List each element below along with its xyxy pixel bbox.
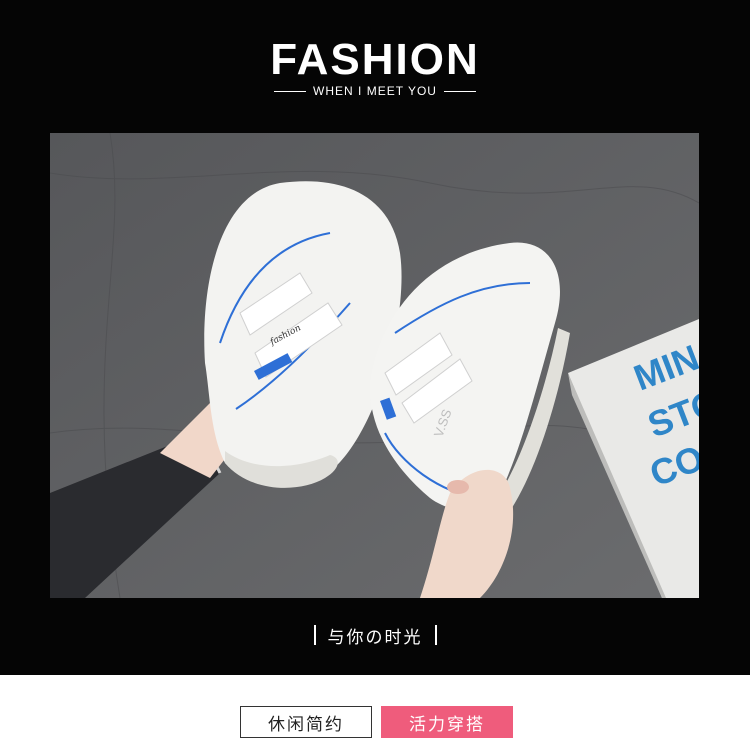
product-detail-page: FASHION WHEN I MEET YOU MIN STO CO fashi…: [0, 0, 750, 756]
caption-row: 与你の时光: [0, 622, 750, 648]
dark-banner: FASHION WHEN I MEET YOU MIN STO CO fashi…: [0, 0, 750, 675]
caption-text: 与你の时光: [327, 627, 423, 648]
product-photo: MIN STO CO fashion V.SS: [50, 133, 699, 598]
subtitle-left-rule: [274, 90, 307, 92]
tag-casual: 休闲简约: [240, 706, 372, 738]
caption-left-bar: [313, 625, 316, 645]
fashion-title: FASHION: [270, 35, 480, 84]
subtitle-text: WHEN I MEET YOU: [313, 84, 437, 98]
subtitle-right-rule: [443, 90, 476, 92]
tag-active: 活力穿搭: [381, 706, 513, 738]
subtitle-row: WHEN I MEET YOU: [0, 82, 750, 100]
style-tags: 休闲简约 活力穿搭: [0, 706, 750, 740]
caption-right-bar: [434, 625, 437, 645]
